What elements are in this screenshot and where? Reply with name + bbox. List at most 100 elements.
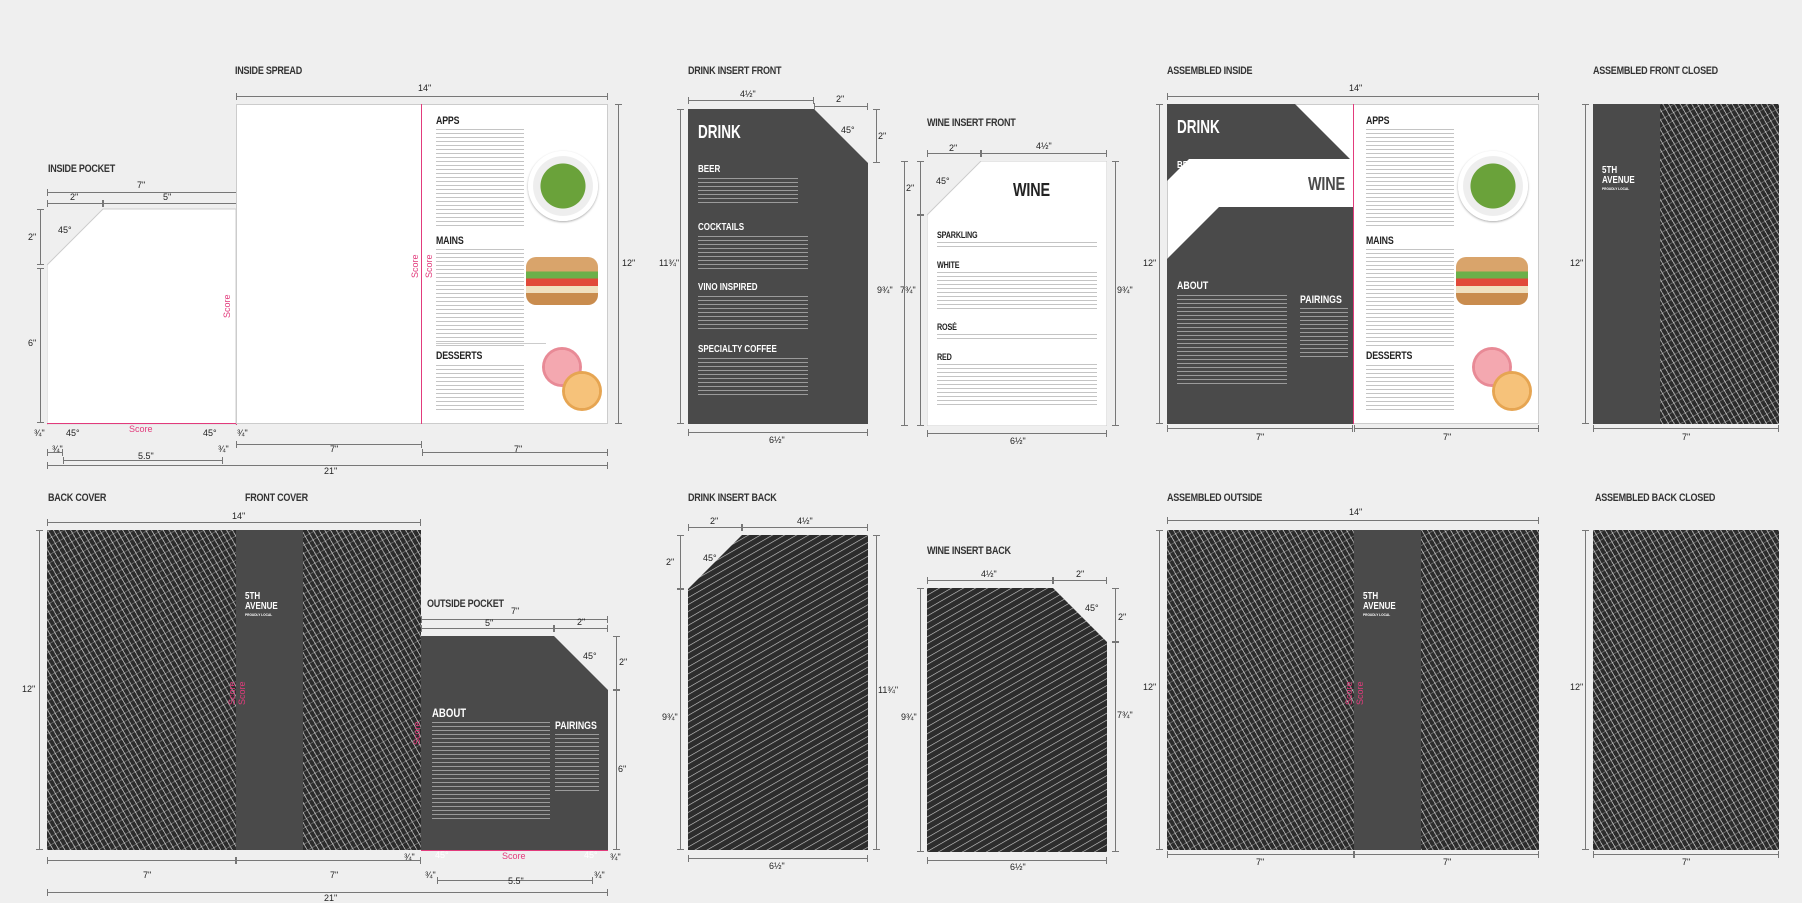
outside-pocket-chamfer-dim [554, 625, 608, 632]
assembled-sandwich-image [1456, 257, 1528, 305]
wine-sparkling-text [937, 242, 1097, 250]
spread-right-text: 7" [514, 444, 523, 454]
assembled-inside-width-dim [1167, 93, 1539, 100]
assembled-about-heading: ABOUT [1177, 280, 1209, 292]
assembled-inside-score [1353, 104, 1354, 424]
outside-34-l: ¾" [404, 852, 415, 862]
assembled-outside-brand: 5TH AVENUE PROUDLY LOCAL [1363, 592, 1396, 618]
wine-white-text [937, 272, 1097, 312]
pocket-angle-bl: 45° [66, 428, 80, 438]
drink-f-chamfer-text: 2" [836, 94, 845, 104]
spread-left-text: 7" [330, 444, 339, 454]
pocket-34-l: ¾" [34, 428, 45, 438]
assembled-outside-width-dim [1167, 517, 1539, 524]
assembled-back-closed-label: ASSEMBLED BACK CLOSED [1595, 492, 1716, 504]
wine-f-top-text: 4½" [1036, 141, 1052, 151]
cover-vscore-1: Score [227, 681, 237, 705]
assembled-front-closed-stripe [1593, 104, 1660, 424]
wine-f-right-dim [1112, 161, 1119, 426]
menu-desserts-heading: DESSERTS [436, 350, 483, 362]
drink-vino-text [698, 296, 808, 332]
outside-pocket-angle-r: 45° [584, 850, 598, 860]
drink-b-top-dim [742, 524, 868, 531]
menu-apps-heading: APPS [436, 115, 460, 127]
assembled-about-text [1177, 295, 1287, 385]
front-closed-height-dim [1582, 104, 1589, 424]
back-closed-height-text: 12" [1570, 682, 1584, 692]
sandwich-image [526, 257, 598, 305]
pocket-score-text: Score [129, 424, 153, 434]
wine-red-text [937, 364, 1097, 408]
wine-f-left-dim [917, 215, 924, 426]
total-21-text: 21" [324, 466, 338, 476]
drink-title: DRINK [698, 122, 741, 142]
outside-brand-tag: PROUDLY LOCAL [1363, 612, 1391, 617]
drink-insert-front-label: DRINK INSERT FRONT [688, 65, 782, 77]
assembled-outside-label: ASSEMBLED OUTSIDE [1167, 492, 1263, 504]
front-cover-label: FRONT COVER [245, 492, 308, 504]
drink-b-width-dim [688, 855, 868, 862]
outside-pocket-top-text: 5" [485, 618, 494, 628]
front-closed-width-dim [1593, 425, 1779, 432]
drink-f-width-dim [688, 429, 868, 436]
menu-mains-text [436, 249, 524, 349]
assembled-outside-height-text: 12" [1143, 682, 1157, 692]
wine-b-right-dim [1112, 642, 1119, 852]
assembled-pairings-text [1300, 308, 1348, 358]
outside-21-text: 21" [324, 893, 338, 903]
outside-about-text [432, 722, 550, 822]
back-cover-w-dim [47, 857, 236, 864]
pocket-34-r: ¾" [237, 428, 248, 438]
drink-f-chamfer-v [873, 109, 880, 163]
assembled-back-closed-panel [1593, 530, 1779, 850]
cover-height-dim [36, 530, 43, 850]
wine-sparkling-heading: SPARKLING [937, 230, 978, 240]
front-closed-brand: 5TH AVENUE PROUDLY LOCAL [1602, 166, 1635, 192]
wine-f-chamfer-v [917, 161, 924, 215]
wine-menu-content: WINE SPARKLING WHITE ROSÉ RED [937, 176, 1099, 416]
cover-vscore-2: Score [237, 681, 247, 705]
outside-brand-line2: AVENUE [1363, 601, 1396, 612]
drink-f-width-text: 6½" [769, 435, 785, 445]
spread-vscore-1: Score [410, 254, 420, 278]
assembled-apps-text [1366, 129, 1454, 229]
pocket-height-dim [37, 268, 44, 423]
assembled-inside-height-text: 12" [1143, 258, 1157, 268]
macaron-orange-image [562, 371, 602, 411]
assembled-outside-r-dim [1354, 851, 1539, 858]
wine-f-angle: 45° [936, 176, 950, 186]
assembled-inside-label: ASSEMBLED INSIDE [1167, 65, 1253, 77]
front-cover-w-text: 7" [330, 870, 339, 880]
wine-b-top-dim [927, 577, 1053, 584]
assembled-wine-title: WINE [1308, 174, 1345, 194]
wine-b-chamfer-text: 2" [1076, 569, 1085, 579]
assembled-inside-r-text: 7" [1443, 432, 1452, 442]
outside-pocket-angle: 45° [583, 651, 597, 661]
assembled-desserts-heading: DESSERTS [1366, 350, 1413, 362]
wine-b-chamfer-v-text: 2" [1118, 612, 1127, 622]
brand-line2: AVENUE [1602, 175, 1635, 186]
outside-pocket-height-text: 6" [618, 764, 627, 774]
pocket-chamfer-text: 2" [70, 192, 79, 202]
inside-pocket-shape [47, 208, 236, 425]
back-closed-height-dim [1582, 530, 1589, 850]
menu-divider [436, 343, 546, 344]
pocket-angle-text: 45° [58, 225, 72, 235]
wine-f-chamfer-v-text: 2" [906, 183, 915, 193]
pocket-top-dim [103, 200, 237, 207]
inside-spread-label: INSIDE SPREAD [235, 65, 302, 77]
assembled-outside-l-text: 7" [1256, 857, 1265, 867]
wine-f-right-text: 9¾" [1117, 285, 1133, 295]
pocket-55-text: 5.5" [138, 451, 154, 461]
assembled-mains-text [1366, 249, 1454, 349]
drink-b-angle: 45° [703, 553, 717, 563]
wine-f-width-dim [927, 430, 1107, 437]
cover-height-text: 12" [22, 684, 36, 694]
assembled-beer-heading: BEER [1177, 160, 1200, 171]
wine-f-top-dim [981, 150, 1107, 157]
outside-pocket-vscore: Score [412, 721, 422, 745]
outside-pocket-angle-l: 45° [435, 850, 449, 860]
assembled-front-closed-label: ASSEMBLED FRONT CLOSED [1593, 65, 1718, 77]
assembled-inside-height-dim [1156, 104, 1163, 424]
assembled-macaron-orange [1492, 371, 1532, 411]
